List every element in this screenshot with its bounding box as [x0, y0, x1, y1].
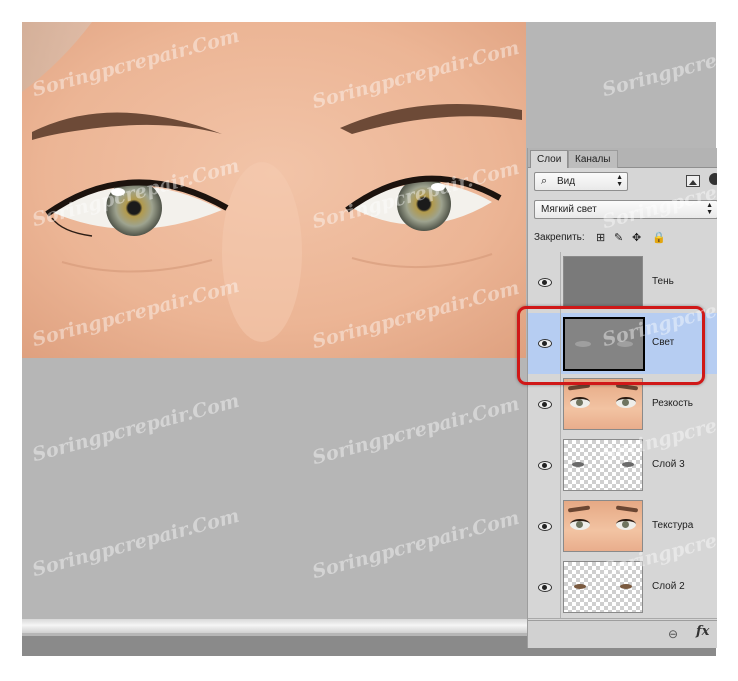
blend-mode-label: Мягкий свет — [541, 204, 597, 215]
lock-move-icon[interactable]: ✥ — [632, 232, 641, 244]
visibility-toggle[interactable] — [528, 435, 561, 496]
layer-filter-label: Вид — [557, 176, 576, 187]
layer-name: Слой 3 — [652, 459, 685, 470]
layer-name: Свет — [652, 337, 675, 348]
tab-channels[interactable]: Каналы — [568, 150, 618, 168]
lock-label: Закрепить: — [534, 232, 585, 243]
adjustment-filter-icon[interactable] — [709, 173, 717, 185]
layer-thumbnail — [563, 378, 643, 430]
blend-mode-select[interactable]: Мягкий свет ▲ ▼ — [534, 200, 717, 219]
chevron-updown-icon: ▲ ▼ — [616, 174, 623, 188]
eye-icon — [538, 400, 552, 409]
visibility-toggle[interactable] — [528, 557, 561, 618]
layers-list: Тень Свет Резкость Слой 3 Текстура Слой … — [528, 252, 717, 619]
visibility-toggle[interactable] — [528, 374, 561, 435]
layer-thumbnail — [563, 439, 643, 491]
layer-name: Текстура — [652, 520, 694, 531]
layer-filter-select[interactable]: ⌕ Вид ▲ ▼ — [534, 172, 628, 191]
layer-thumbnail — [563, 561, 643, 613]
layer-thumbnail — [563, 317, 645, 371]
layer-row-layer2[interactable]: Слой 2 — [528, 557, 717, 619]
panel-tab-bar: Слои Каналы — [528, 148, 717, 168]
eyes-photo-image — [22, 22, 526, 358]
layer-row-texture[interactable]: Текстура — [528, 496, 717, 558]
image-filter-icon[interactable] — [686, 175, 700, 187]
search-icon: ⌕ — [541, 175, 548, 187]
layers-panel: Слои Каналы ⌕ Вид ▲ ▼ Мягкий свет ▲ ▼ Закр… — [527, 148, 717, 648]
eye-icon — [538, 583, 552, 592]
layer-row-sharpness[interactable]: Резкость — [528, 374, 717, 436]
layer-thumbnail — [563, 500, 643, 552]
layer-name: Слой 2 — [652, 581, 685, 592]
layer-row-shadow[interactable]: Тень — [528, 252, 717, 314]
lock-row: Закрепить: ⊞ ✎ ✥ 🔒 — [534, 232, 714, 246]
layer-thumbnail — [563, 256, 643, 308]
lock-transparent-icon[interactable]: ⊞ — [596, 232, 605, 244]
eyes-photo[interactable] — [22, 22, 526, 358]
fx-icon[interactable]: fx — [696, 624, 709, 639]
eye-icon — [538, 278, 552, 287]
link-layers-icon[interactable]: ⊖ — [668, 627, 678, 641]
canvas-scroll-strip — [22, 619, 527, 633]
layer-row-layer3[interactable]: Слой 3 — [528, 435, 717, 497]
layer-row-light[interactable]: Свет — [528, 313, 717, 375]
lock-all-icon[interactable]: 🔒 — [652, 232, 666, 244]
visibility-toggle[interactable] — [528, 252, 561, 313]
panel-footer: ⊖ fx — [528, 620, 717, 648]
eye-icon — [538, 339, 552, 348]
visibility-toggle[interactable] — [528, 496, 561, 557]
layer-name: Тень — [652, 276, 674, 287]
visibility-toggle[interactable] — [528, 313, 561, 374]
eye-icon — [538, 522, 552, 531]
lock-brush-icon[interactable]: ✎ — [614, 232, 623, 244]
eye-icon — [538, 461, 552, 470]
chevron-updown-icon: ▲ ▼ — [706, 202, 713, 216]
tab-layers[interactable]: Слои — [530, 150, 569, 168]
layer-name: Резкость — [652, 398, 693, 409]
